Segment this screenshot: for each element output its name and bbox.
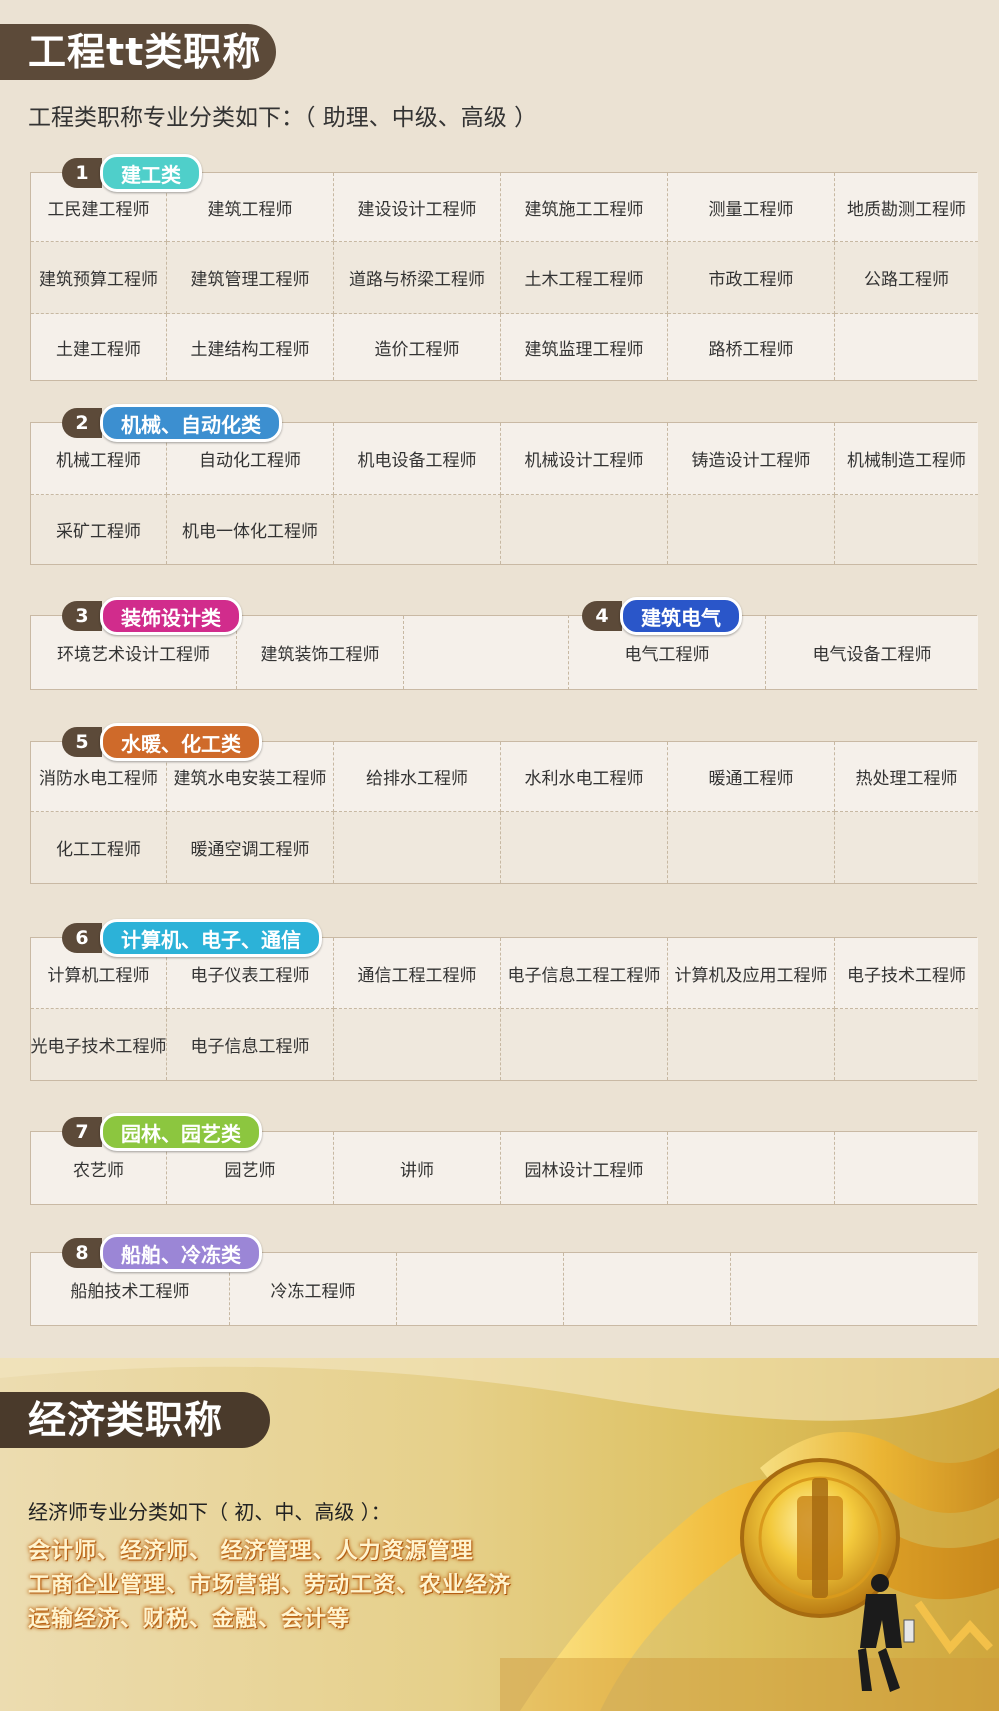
empty-cell <box>668 1132 835 1204</box>
empty-cell <box>668 495 835 564</box>
economics-line: 运输经济、财税、金融、会计等 <box>28 1607 351 1632</box>
section-heading: 6 计算机、电子、通信 <box>62 919 322 957</box>
category-item: 讲师 <box>334 1132 501 1204</box>
category-grid: 工民建工程师 建筑工程师 建设设计工程师 建筑施工工程师 测量工程师 地质勘测工程师 建筑预… <box>30 172 978 381</box>
category-item: 电子信息工程工程师 <box>501 938 668 1009</box>
empty-cell <box>334 495 501 564</box>
section-number: 3 <box>62 601 102 631</box>
category-item: 地质勘测工程师 <box>835 173 978 242</box>
category-item: 暖通工程师 <box>668 742 835 812</box>
category-item: 水利水电工程师 <box>501 742 668 812</box>
empty-cell <box>835 314 978 380</box>
category-item: 市政工程师 <box>668 242 835 314</box>
section-label: 船舶、冷冻类 <box>100 1234 262 1272</box>
section-label: 水暖、化工类 <box>100 723 262 761</box>
empty-cell <box>564 1253 731 1325</box>
section-label: 计算机、电子、通信 <box>100 919 322 957</box>
section-heading: 3 装饰设计类 <box>62 597 242 635</box>
category-grid: 消防水电工程师 建筑水电安装工程师 给排水工程师 水利水电工程师 暖通工程师 热处理工程师… <box>30 741 978 884</box>
section-6: 6 计算机、电子、通信 计算机工程师 电子仪表工程师 通信工程工程师 电子信息工程工程师计… <box>30 919 978 1081</box>
empty-cell <box>334 1009 501 1080</box>
category-item: 道路与桥梁工程师 <box>334 242 501 314</box>
category-item: 电子技术工程师 <box>835 938 978 1009</box>
category-item: 公路工程师 <box>835 242 978 314</box>
empty-cell <box>835 495 978 564</box>
category-item: 建筑施工工程师 <box>501 173 668 242</box>
economics-line: 工商企业管理、市场营销、劳动工资、农业经济 <box>28 1573 512 1598</box>
category-item: 土木工程工程师 <box>501 242 668 314</box>
section-5: 5 水暖、化工类 消防水电工程师 建筑水电安装工程师 给排水工程师 水利水电工程师 暖通工程… <box>30 723 978 884</box>
section-label: 建筑电气 <box>620 597 742 635</box>
section-heading: 1 建工类 <box>62 154 202 192</box>
engineering-title: 工程tt类职称 <box>0 24 276 80</box>
section-label: 装饰设计类 <box>100 597 242 635</box>
empty-cell <box>501 495 668 564</box>
category-grid: 机械工程师 自动化工程师 机电设备工程师 机械设计工程师 铸造设计工程师 机械制造工程师采… <box>30 422 978 565</box>
category-item: 电子信息工程师 <box>167 1009 334 1080</box>
category-item: 机械设计工程师 <box>501 423 668 495</box>
section-heading: 8 船舶、冷冻类 <box>62 1234 262 1272</box>
category-item: 采矿工程师 <box>31 495 167 564</box>
category-grid: 计算机工程师 电子仪表工程师 通信工程工程师 电子信息工程工程师 计算机及应用工程师 电子… <box>30 937 978 1081</box>
category-item: 热处理工程师 <box>835 742 978 812</box>
economics-intro: 经济师专业分类如下（ 初、中、高级 ）： <box>28 1500 391 1524</box>
empty-cell <box>731 1253 978 1325</box>
section-number: 7 <box>62 1117 102 1147</box>
empty-cell <box>501 1009 668 1080</box>
empty-cell <box>404 616 569 689</box>
section-number: 8 <box>62 1238 102 1268</box>
category-item: 路桥工程师 <box>668 314 835 380</box>
category-item: 建筑预算工程师 <box>31 242 167 314</box>
section-label: 机械、自动化类 <box>100 404 282 442</box>
section-4: 4 建筑电气 电气工程师 电气设备工程师 <box>568 597 978 690</box>
category-item: 造价工程师 <box>334 314 501 380</box>
section-heading: 5 水暖、化工类 <box>62 723 262 761</box>
engineering-intro: 工程类职称专业分类如下：（ 助理、中级、高级 ） <box>28 105 538 131</box>
empty-cell <box>835 1132 978 1204</box>
category-item: 建筑管理工程师 <box>167 242 334 314</box>
category-item: 土建工程师 <box>31 314 167 380</box>
section-heading: 7 园林、园艺类 <box>62 1113 262 1151</box>
section-label: 建工类 <box>100 154 202 192</box>
category-item: 测量工程师 <box>668 173 835 242</box>
section-number: 2 <box>62 408 102 438</box>
section-7: 7 园林、园艺类 农艺师 园艺师 讲师 园林设计工程师 <box>30 1113 978 1205</box>
category-item: 给排水工程师 <box>334 742 501 812</box>
economics-line: 会计师、经济师、 经济管理、人力资源管理 <box>28 1539 474 1564</box>
empty-cell <box>668 1009 835 1080</box>
category-item: 土建结构工程师 <box>167 314 334 380</box>
category-item: 光电子技术工程师 <box>31 1009 167 1080</box>
section-3: 3 装饰设计类 环境艺术设计工程师 建筑装饰工程师 <box>30 597 569 690</box>
category-item: 建筑装饰工程师 <box>237 616 404 689</box>
category-item: 建筑监理工程师 <box>501 314 668 380</box>
section-number: 4 <box>582 601 622 631</box>
category-item: 化工工程师 <box>31 812 167 883</box>
category-item: 机电一体化工程师 <box>167 495 334 564</box>
empty-cell <box>835 1009 978 1080</box>
category-item: 建设设计工程师 <box>334 173 501 242</box>
empty-cell <box>668 812 835 883</box>
section-heading: 2 机械、自动化类 <box>62 404 282 442</box>
section-heading: 4 建筑电气 <box>582 597 742 635</box>
section-2: 2 机械、自动化类 机械工程师 自动化工程师 机电设备工程师 机械设计工程师 铸造设计工程师… <box>30 404 978 565</box>
category-item: 计算机及应用工程师 <box>668 938 835 1009</box>
category-item: 通信工程工程师 <box>334 938 501 1009</box>
category-item: 暖通空调工程师 <box>167 812 334 883</box>
category-item: 电气设备工程师 <box>766 616 978 689</box>
section-number: 6 <box>62 923 102 953</box>
category-item: 机电设备工程师 <box>334 423 501 495</box>
category-item: 铸造设计工程师 <box>668 423 835 495</box>
empty-cell <box>835 812 978 883</box>
empty-cell <box>334 812 501 883</box>
section-1: 1 建工类 工民建工程师 建筑工程师 建设设计工程师 建筑施工工程师 测量工程师 地质勘测工程… <box>30 154 978 381</box>
empty-cell <box>397 1253 564 1325</box>
section-label: 园林、园艺类 <box>100 1113 262 1151</box>
economics-title: 经济类职称 <box>0 1392 270 1448</box>
section-8: 8 船舶、冷冻类 船舶技术工程师 冷冻工程师 <box>30 1234 978 1326</box>
category-item: 园林设计工程师 <box>501 1132 668 1204</box>
section-number: 1 <box>62 158 102 188</box>
empty-cell <box>501 812 668 883</box>
section-number: 5 <box>62 727 102 757</box>
category-item: 机械制造工程师 <box>835 423 978 495</box>
